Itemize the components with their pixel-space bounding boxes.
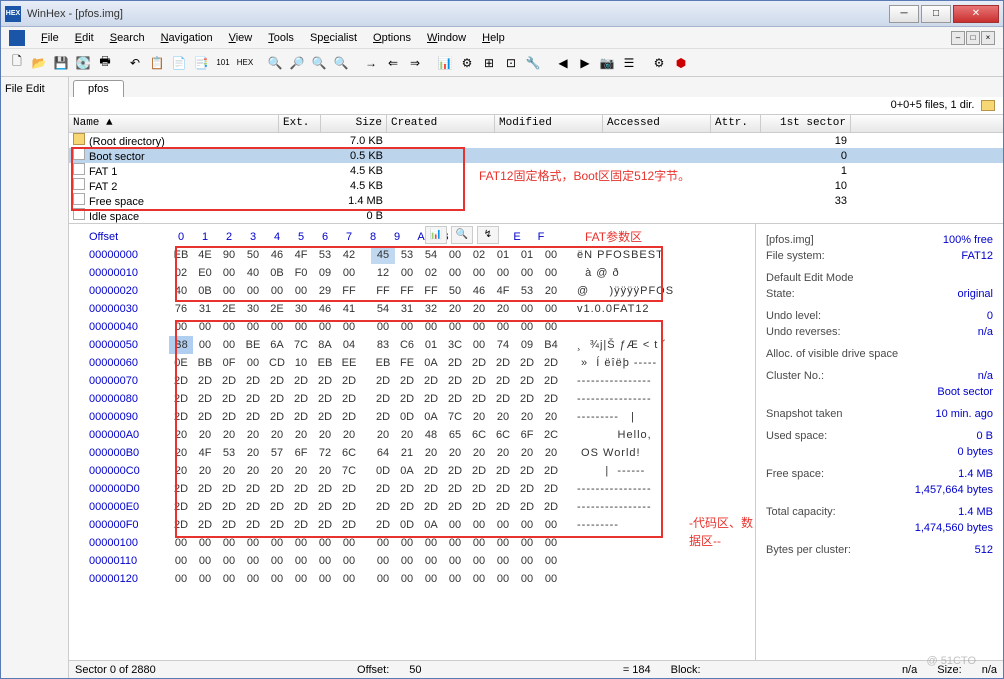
annotation-param-text: FAT参数区 (585, 228, 642, 246)
find-hex-icon[interactable]: 🔎 (287, 53, 307, 73)
prev-icon[interactable]: ◀ (553, 53, 573, 73)
minimize-button[interactable]: ─ (889, 5, 919, 23)
col-accessed[interactable]: Accessed (603, 115, 711, 132)
disk-icon[interactable]: 💽 (73, 53, 93, 73)
next-icon[interactable]: ▶ (575, 53, 595, 73)
find-again-icon[interactable]: 🔍 (331, 53, 351, 73)
window-title: WinHex - [pfos.img] (27, 8, 889, 20)
gear-icon[interactable]: ⚙ (649, 53, 669, 73)
new-icon[interactable]: 🗋 (7, 53, 27, 73)
hex-view[interactable]: 📊 🔍 ↯ FAT参数区 Offset0123456789ABCDEF 0000… (69, 224, 755, 660)
close-button[interactable]: ✕ (953, 5, 999, 23)
open-icon[interactable]: 📂 (29, 53, 49, 73)
undo-icon[interactable]: ↶ (125, 53, 145, 73)
find-icon[interactable]: 🔍 (265, 53, 285, 73)
watermark: @ 51CTO (927, 655, 976, 667)
list-icon[interactable]: ☰ (619, 53, 639, 73)
hex-tool-filter-icon[interactable]: ↯ (477, 226, 499, 244)
table-row[interactable]: Idle space0 B (69, 208, 1003, 223)
menu-window[interactable]: Window (419, 30, 474, 46)
forward-icon[interactable]: ⇒ (405, 53, 425, 73)
tool1-icon[interactable]: ⚙ (457, 53, 477, 73)
col-ext[interactable]: Ext. (279, 115, 321, 132)
info-panel: [pfos.img]100% free File system:FAT12 De… (755, 224, 1003, 660)
back-icon[interactable]: ⇐ (383, 53, 403, 73)
titlebar: HEX WinHex - [pfos.img] ─ □ ✕ (1, 1, 1003, 27)
app-icon: HEX (5, 6, 21, 22)
menu-tools[interactable]: Tools (260, 30, 302, 46)
menu-navigation[interactable]: Navigation (153, 30, 221, 46)
col-attr[interactable]: Attr. (711, 115, 761, 132)
paste-icon[interactable]: 📄 (169, 53, 189, 73)
hex-tool-search-icon[interactable]: 🔍 (451, 226, 473, 244)
stop-icon[interactable]: ⬢ (671, 53, 691, 73)
menu-options[interactable]: Options (365, 30, 419, 46)
col-modified[interactable]: Modified (495, 115, 603, 132)
menu-file[interactable]: File (33, 30, 67, 46)
menu-view[interactable]: View (221, 30, 261, 46)
col-first-sector[interactable]: 1st sector (761, 115, 851, 132)
menu-help[interactable]: Help (474, 30, 513, 46)
app-menu-icon[interactable] (9, 30, 25, 46)
left-panel-label: File Edit (5, 83, 64, 95)
annotation-code-text: -代码区、数据区-- (689, 514, 755, 550)
replace-icon[interactable]: 🔍 (309, 53, 329, 73)
col-created[interactable]: Created (387, 115, 495, 132)
table-row[interactable]: Free space1.4 MB33 (69, 193, 1003, 208)
menu-specialist[interactable]: Specialist (302, 30, 365, 46)
file-table: Name ▲ Ext. Size Created Modified Access… (69, 115, 1003, 224)
snapshot-icon[interactable]: 📷 (597, 53, 617, 73)
analyze-icon[interactable]: 📊 (435, 53, 455, 73)
copy-icon[interactable]: 📋 (147, 53, 167, 73)
toolbar: 🗋 📂 💾 💽 🖶 ↶ 📋 📄 📑 101 HEX 🔍 🔎 🔍 🔍 → ⇐ ⇒ … (1, 49, 1003, 77)
clipboard-icon[interactable]: 📑 (191, 53, 211, 73)
tab-bar: pfos (69, 77, 1003, 97)
col-size[interactable]: Size (321, 115, 387, 132)
status-bar: Sector 0 of 2880 Offset: 50 = 184 Block:… (69, 660, 1003, 678)
maximize-button[interactable]: □ (921, 5, 951, 23)
status-sector: Sector 0 of 2880 (75, 664, 156, 676)
mdi-minimize-button[interactable]: – (951, 31, 965, 45)
hex-tool-chart-icon[interactable]: 📊 (425, 226, 447, 244)
tool2-icon[interactable]: ⊞ (479, 53, 499, 73)
mdi-close-button[interactable]: × (981, 31, 995, 45)
mdi-restore-button[interactable]: □ (966, 31, 980, 45)
goto-icon[interactable]: → (361, 53, 381, 73)
tool3-icon[interactable]: ⊡ (501, 53, 521, 73)
print-icon[interactable]: 🖶 (95, 53, 115, 73)
folder-icon[interactable] (981, 100, 995, 111)
col-name[interactable]: Name ▲ (69, 115, 279, 132)
menu-search[interactable]: Search (102, 30, 153, 46)
table-row[interactable]: Boot sector0.5 KB0 (69, 148, 1003, 163)
left-panel: File Edit (1, 77, 69, 678)
hex-icon[interactable]: HEX (235, 53, 255, 73)
annotation-fat12-text: FAT12固定格式，Boot区固定512字节。 (479, 167, 690, 184)
tab-pfos[interactable]: pfos (73, 80, 124, 97)
binary-icon[interactable]: 101 (213, 53, 233, 73)
save-icon[interactable]: 💾 (51, 53, 71, 73)
dir-summary: 0+0+5 files, 1 dir. (69, 97, 1003, 115)
tool4-icon[interactable]: 🔧 (523, 53, 543, 73)
menubar: File Edit Search Navigation View Tools S… (1, 27, 1003, 49)
menu-edit[interactable]: Edit (67, 30, 102, 46)
table-row[interactable]: (Root directory)7.0 KB19 (69, 133, 1003, 148)
